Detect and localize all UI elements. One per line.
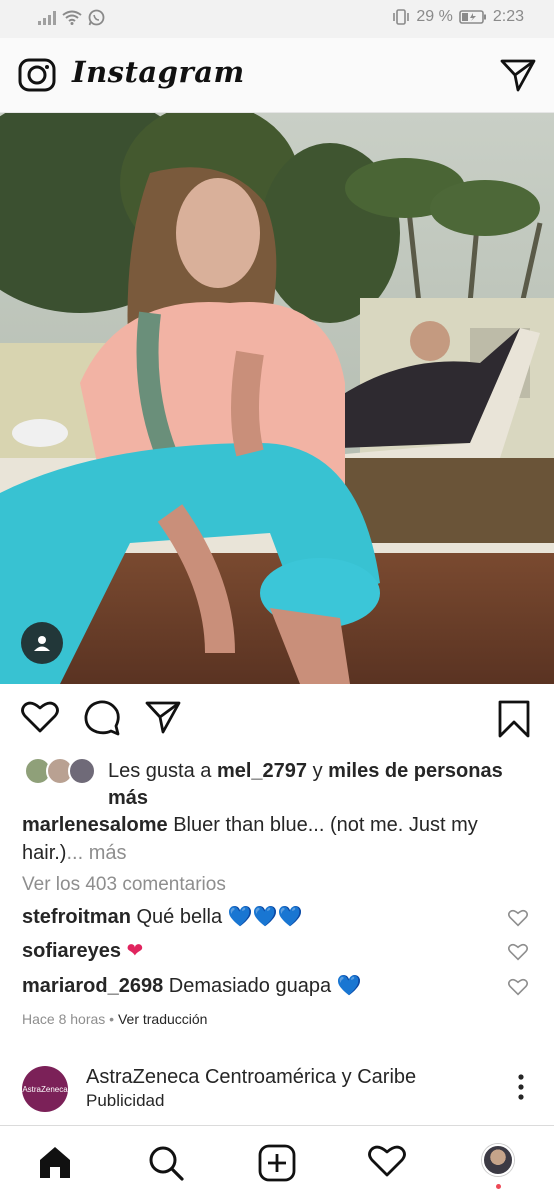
- camera-icon[interactable]: [18, 58, 56, 97]
- wifi-icon: [62, 10, 82, 25]
- liker-username[interactable]: mel_2797: [217, 760, 307, 782]
- new-post-icon[interactable]: [258, 1144, 296, 1187]
- liker-avatars: [24, 755, 100, 787]
- home-icon[interactable]: [37, 1144, 73, 1185]
- comment-like-icon[interactable]: [508, 908, 528, 934]
- advertiser-avatar[interactable]: AstraZeneca: [22, 1066, 68, 1112]
- post-timestamp: Hace 8 horas: [22, 1011, 106, 1027]
- signal-icon: [38, 10, 56, 25]
- likes-text[interactable]: Les gusta a mel_2797 y miles de personas…: [108, 758, 538, 812]
- user-tag-icon: [34, 636, 50, 651]
- comment-text: Qué bella: [130, 906, 228, 928]
- comment-username[interactable]: sofiareyes: [22, 940, 121, 962]
- comment-like-icon[interactable]: [508, 942, 528, 968]
- notification-dot: [496, 1184, 501, 1189]
- meta-separator: •: [105, 1011, 118, 1027]
- direct-message-icon[interactable]: [500, 58, 536, 97]
- status-bar: 29 % 2:23: [0, 0, 554, 38]
- instagram-logo: Instagram: [72, 55, 245, 89]
- bottom-navigation: [0, 1125, 554, 1200]
- post-meta: Hace 8 horas • Ver traducción: [22, 1011, 207, 1027]
- comment-row: mariarod_2698 Demasiado guapa 💙: [22, 973, 532, 999]
- avatar[interactable]: [68, 757, 96, 785]
- search-icon[interactable]: [147, 1144, 185, 1187]
- battery-icon: [459, 10, 487, 24]
- clock: 2:23: [492, 8, 524, 25]
- caption-more-link[interactable]: ... más: [66, 842, 126, 864]
- share-icon[interactable]: [145, 700, 181, 739]
- whatsapp-icon: [88, 9, 105, 26]
- comment-like-icon[interactable]: [508, 977, 528, 1003]
- comment-emoji: 💙: [336, 975, 362, 997]
- comment-icon[interactable]: [83, 700, 121, 741]
- comment-username[interactable]: mariarod_2698: [22, 975, 163, 997]
- post-photo[interactable]: [0, 113, 554, 684]
- advertiser-logo-text: AstraZeneca: [22, 1084, 68, 1094]
- likes-joiner: y: [307, 760, 329, 782]
- comment-emoji: 💙💙💙: [227, 906, 303, 928]
- view-comments-link[interactable]: Ver los 403 comentarios: [22, 874, 226, 896]
- heart-icon[interactable]: [21, 700, 59, 739]
- comment-username[interactable]: stefroitman: [22, 906, 131, 928]
- more-options-icon[interactable]: [518, 1074, 524, 1105]
- comment-text: Demasiado guapa: [163, 975, 337, 997]
- post-caption: marlenesalome Bluer than blue... (not me…: [22, 811, 522, 867]
- comment-row: sofiareyes ❤: [22, 938, 532, 964]
- advertiser-name[interactable]: AstraZeneca Centroamérica y Caribe: [86, 1066, 416, 1089]
- vibrate-icon: [392, 9, 410, 25]
- see-translation-link[interactable]: Ver traducción: [118, 1011, 208, 1027]
- likes-prefix: Les gusta a: [108, 760, 217, 782]
- user-tag-button[interactable]: [21, 622, 63, 664]
- caption-username[interactable]: marlenesalome: [22, 814, 168, 836]
- activity-icon[interactable]: [368, 1144, 406, 1183]
- sponsored-label: Publicidad: [86, 1091, 165, 1110]
- sponsored-post-header: AstraZeneca AstraZeneca Centroamérica y …: [0, 1058, 554, 1120]
- post-actions: [0, 684, 554, 754]
- bookmark-icon[interactable]: [497, 700, 531, 743]
- comment-row: stefroitman Qué bella 💙💙💙: [22, 904, 532, 930]
- app-header: Instagram: [0, 38, 554, 113]
- comment-emoji: ❤: [126, 940, 144, 962]
- profile-icon[interactable]: [482, 1144, 516, 1192]
- battery-percent: 29 %: [416, 8, 453, 25]
- avatar: [482, 1144, 514, 1176]
